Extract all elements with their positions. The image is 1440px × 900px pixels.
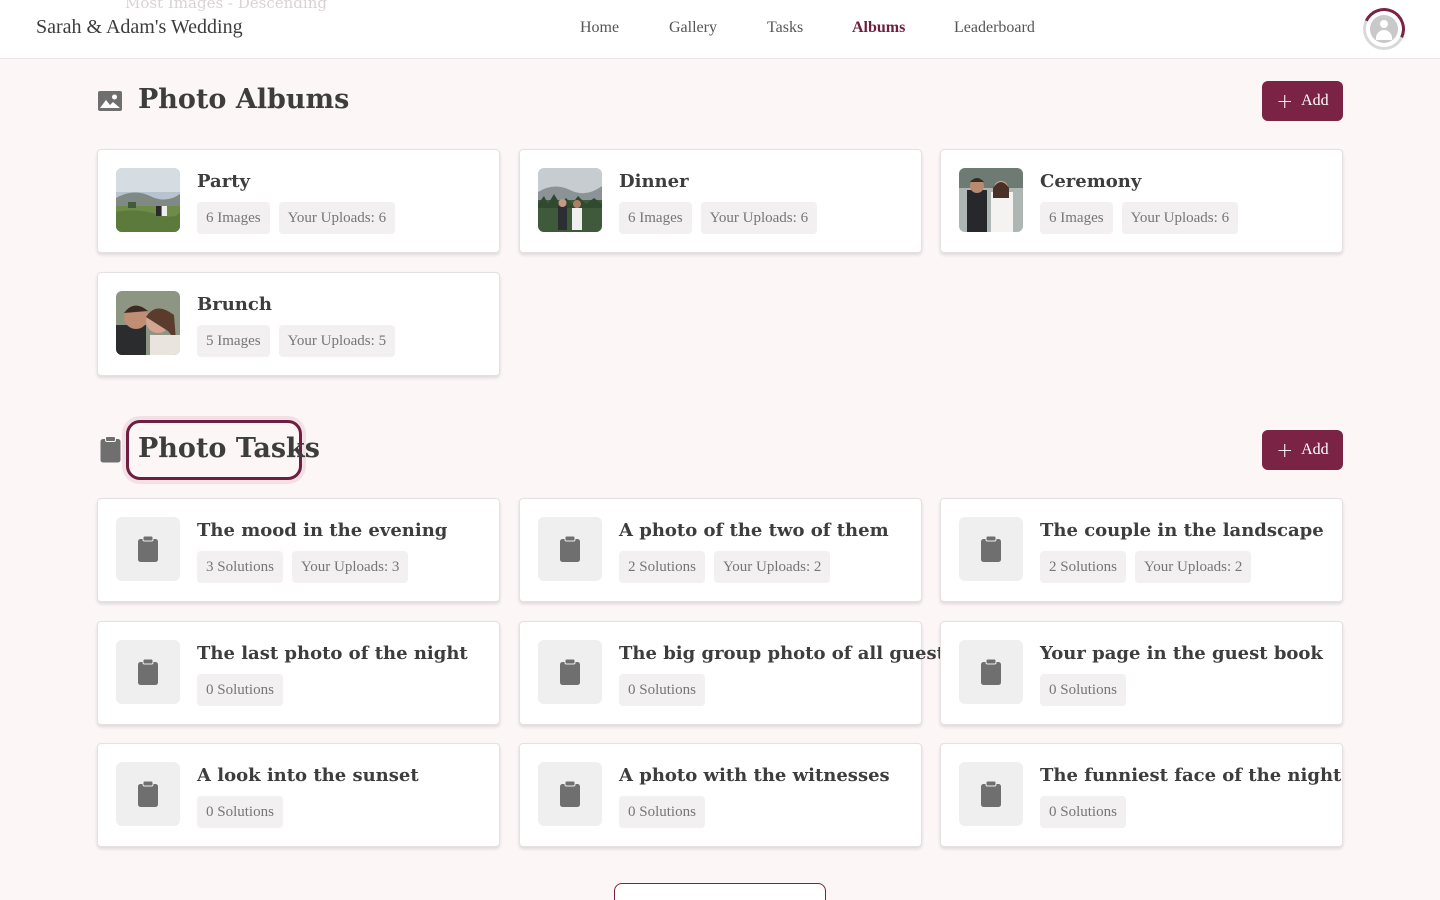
clipboard-icon [560, 536, 580, 562]
task-thumbnail [959, 640, 1023, 704]
album-cover-dinner [538, 168, 602, 232]
task-card[interactable]: A photo with the witnesses 0 Solutions [519, 743, 922, 847]
clipboard-icon [138, 659, 158, 685]
album-card-ceremony[interactable]: Ceremony 6 Images Your Uploads: 6 [940, 149, 1343, 253]
album-cover-ceremony [959, 168, 1023, 232]
task-thumbnail [959, 517, 1023, 581]
album-cover-party [116, 168, 180, 232]
nav-gallery[interactable]: Gallery [669, 19, 717, 37]
album-title: Brunch [197, 294, 272, 315]
user-avatar-icon [1370, 15, 1398, 43]
clipboard-icon [981, 536, 1001, 562]
clipboard-icon [560, 781, 580, 807]
clipboard-icon [138, 536, 158, 562]
user-avatar-button[interactable] [1357, 2, 1411, 56]
sort-label-ghost: Most Images - Descending [125, 0, 327, 12]
task-card[interactable]: The funniest face of the night 0 Solutio… [940, 743, 1343, 847]
task-card[interactable]: Your page in the guest book 0 Solutions [940, 621, 1343, 725]
task-title: The last photo of the night [197, 643, 468, 664]
album-card-party[interactable]: Party 6 Images Your Uploads: 6 [97, 149, 500, 253]
plus-icon: + [1276, 89, 1294, 113]
solutions-count-badge: 0 Solutions [1040, 674, 1126, 706]
add-album-button[interactable]: + Add [1262, 81, 1343, 121]
upload-count-badge: Your Uploads: 6 [1121, 202, 1239, 234]
solutions-count-badge: 0 Solutions [619, 674, 705, 706]
task-thumbnail [538, 517, 602, 581]
top-navigation-bar: Most Images - Descending Sarah & Adam's … [0, 0, 1440, 59]
solutions-count-badge: 2 Solutions [1040, 551, 1126, 583]
upload-count-badge: Your Uploads: 2 [713, 551, 831, 583]
clipboard-icon [138, 781, 158, 807]
image-count-badge: 6 Images [197, 202, 270, 234]
task-thumbnail [959, 762, 1023, 826]
task-card[interactable]: The couple in the landscape 2 Solutions … [940, 498, 1343, 602]
album-card-dinner[interactable]: Dinner 6 Images Your Uploads: 6 [519, 149, 922, 253]
solutions-count-badge: 0 Solutions [619, 796, 705, 828]
nav-albums[interactable]: Albums [852, 19, 905, 37]
load-more-button[interactable] [614, 883, 826, 900]
upload-count-badge: Your Uploads: 2 [1134, 551, 1252, 583]
album-cover-brunch [116, 291, 180, 355]
nav-leaderboard[interactable]: Leaderboard [954, 19, 1035, 37]
album-title: Ceremony [1040, 171, 1142, 192]
add-album-label: Add [1301, 92, 1329, 109]
clipboard-icon [560, 659, 580, 685]
upload-count-badge: Your Uploads: 3 [291, 551, 409, 583]
upload-count-badge: Your Uploads: 6 [700, 202, 818, 234]
task-card[interactable]: A photo of the two of them 2 Solutions Y… [519, 498, 922, 602]
solutions-count-badge: 2 Solutions [619, 551, 705, 583]
clipboard-icon [981, 781, 1001, 807]
nav-tasks[interactable]: Tasks [767, 19, 803, 37]
task-title: Your page in the guest book [1040, 643, 1323, 664]
task-title: The mood in the evening [197, 520, 448, 541]
nav-home[interactable]: Home [580, 19, 619, 37]
solutions-count-badge: 0 Solutions [197, 674, 283, 706]
album-card-brunch[interactable]: Brunch 5 Images Your Uploads: 5 [97, 272, 500, 376]
task-thumbnail [116, 762, 180, 826]
task-card[interactable]: The big group photo of all guests 0 Solu… [519, 621, 955, 725]
tasks-heading: Photo Tasks [138, 433, 320, 464]
album-title: Dinner [619, 171, 689, 192]
task-thumbnail [538, 762, 602, 826]
task-title: A photo with the witnesses [619, 765, 890, 786]
solutions-count-badge: 0 Solutions [197, 796, 283, 828]
task-title: A photo of the two of them [619, 520, 889, 541]
albums-heading: Photo Albums [138, 84, 350, 115]
task-card[interactable]: The mood in the evening 3 Solutions Your… [97, 498, 500, 602]
task-title: The funniest face of the night [1040, 765, 1342, 786]
album-title: Party [197, 171, 250, 192]
add-task-button[interactable]: + Add [1262, 430, 1343, 470]
image-count-badge: 5 Images [197, 325, 270, 357]
image-count-badge: 6 Images [619, 202, 692, 234]
task-thumbnail [116, 640, 180, 704]
task-card[interactable]: The last photo of the night 0 Solutions [97, 621, 500, 725]
clipboard-icon [100, 436, 121, 463]
site-brand[interactable]: Sarah & Adam's Wedding [36, 16, 243, 39]
task-title: The big group photo of all guests [619, 643, 956, 664]
task-thumbnail [538, 640, 602, 704]
task-title: A look into the sunset [197, 765, 419, 786]
task-title: The couple in the landscape [1040, 520, 1324, 541]
solutions-count-badge: 0 Solutions [1040, 796, 1126, 828]
task-thumbnail [116, 517, 180, 581]
upload-count-badge: Your Uploads: 5 [278, 325, 396, 357]
task-card[interactable]: A look into the sunset 0 Solutions [97, 743, 500, 847]
image-icon [98, 91, 122, 111]
add-task-label: Add [1301, 441, 1329, 458]
clipboard-icon [981, 659, 1001, 685]
solutions-count-badge: 3 Solutions [197, 551, 283, 583]
image-count-badge: 6 Images [1040, 202, 1113, 234]
upload-count-badge: Your Uploads: 6 [278, 202, 396, 234]
plus-icon: + [1276, 438, 1294, 462]
